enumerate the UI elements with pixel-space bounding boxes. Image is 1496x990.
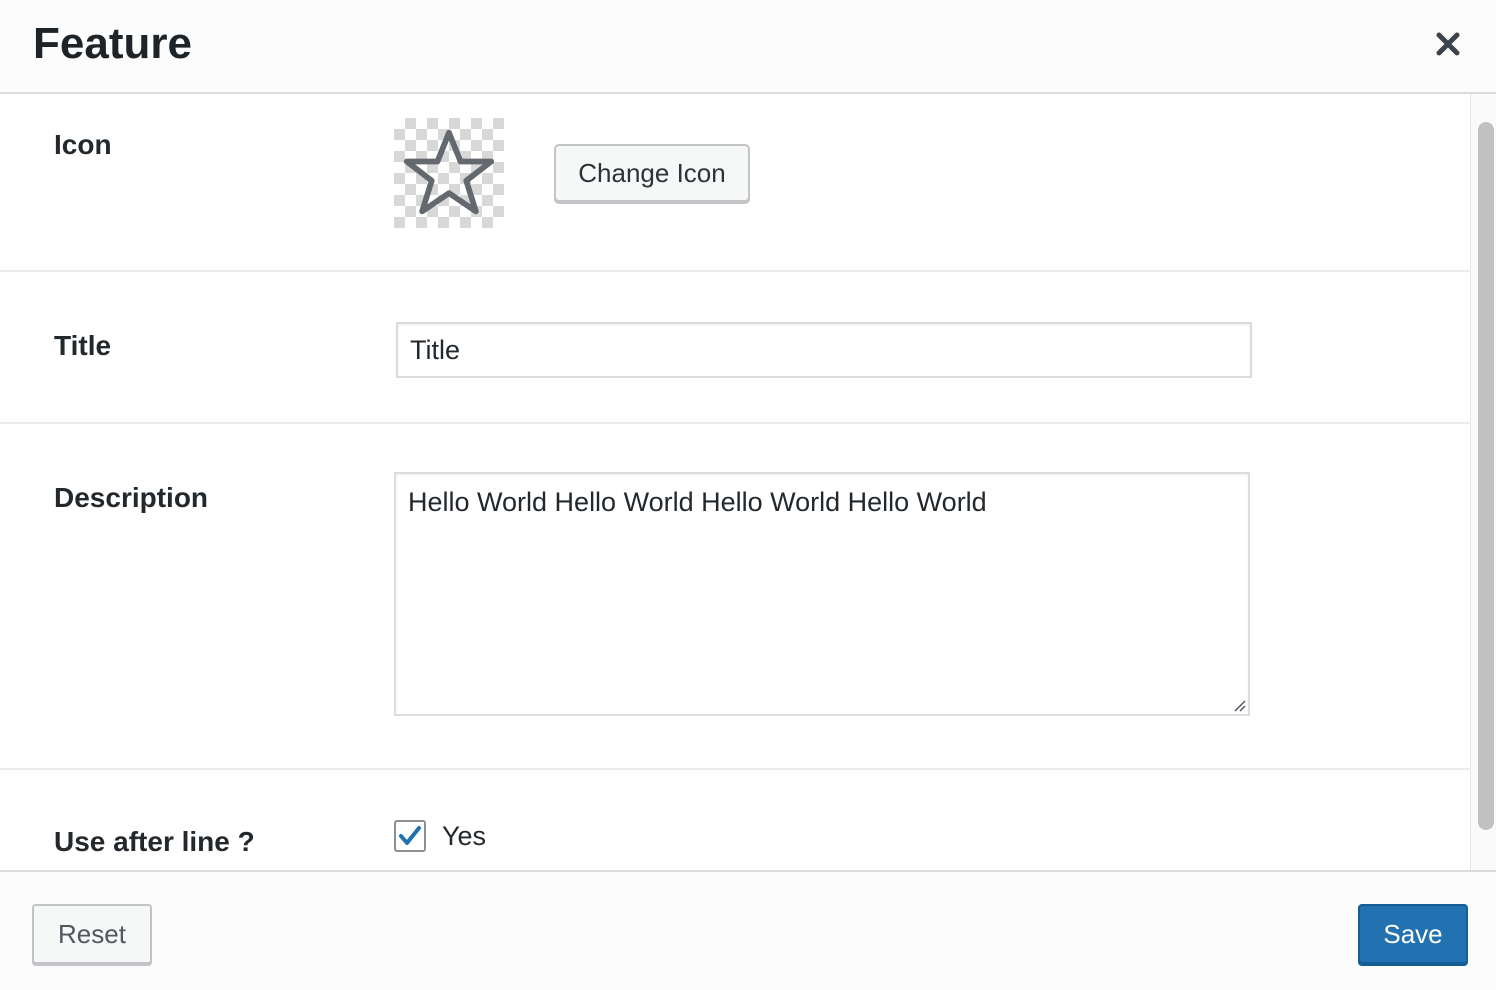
save-button[interactable]: Save [1358,904,1468,964]
icon-preview [394,118,504,228]
description-textarea[interactable]: Hello World Hello World Hello World Hell… [394,472,1250,716]
modal-header: Feature [0,0,1496,94]
title-label: Title [54,330,112,361]
icon-label: Icon [54,129,112,160]
form-content: Icon Change Icon Title Description Hello… [0,94,1470,870]
close-icon [1436,32,1460,56]
icon-row: Icon Change Icon [0,94,1470,272]
change-icon-button[interactable]: Change Icon [554,144,750,202]
use-after-line-option-label[interactable]: Yes [442,820,486,852]
feature-modal: Feature Icon Change Icon Title Title Des… [0,0,1496,990]
description-row: Description Hello World Hello World Hell… [0,424,1470,770]
modal-footer: Reset Save [0,870,1496,990]
checkmark-icon [399,826,421,845]
use-after-line-row: Use after line ? Yes [0,770,1470,870]
resize-handle-icon[interactable] [1230,696,1246,712]
modal-body: Icon Change Icon Title Description Hello… [0,94,1496,870]
use-after-line-label: Use after line ? [54,826,255,857]
reset-button[interactable]: Reset [32,904,152,964]
title-row: Title [0,272,1470,424]
scrollbar-thumb[interactable] [1478,122,1494,830]
close-button[interactable] [1424,22,1472,66]
title-input[interactable] [396,322,1252,378]
use-after-line-checkbox[interactable] [394,820,426,852]
star-icon [403,129,495,215]
description-label: Description [54,482,209,513]
modal-title: Feature [33,19,192,68]
